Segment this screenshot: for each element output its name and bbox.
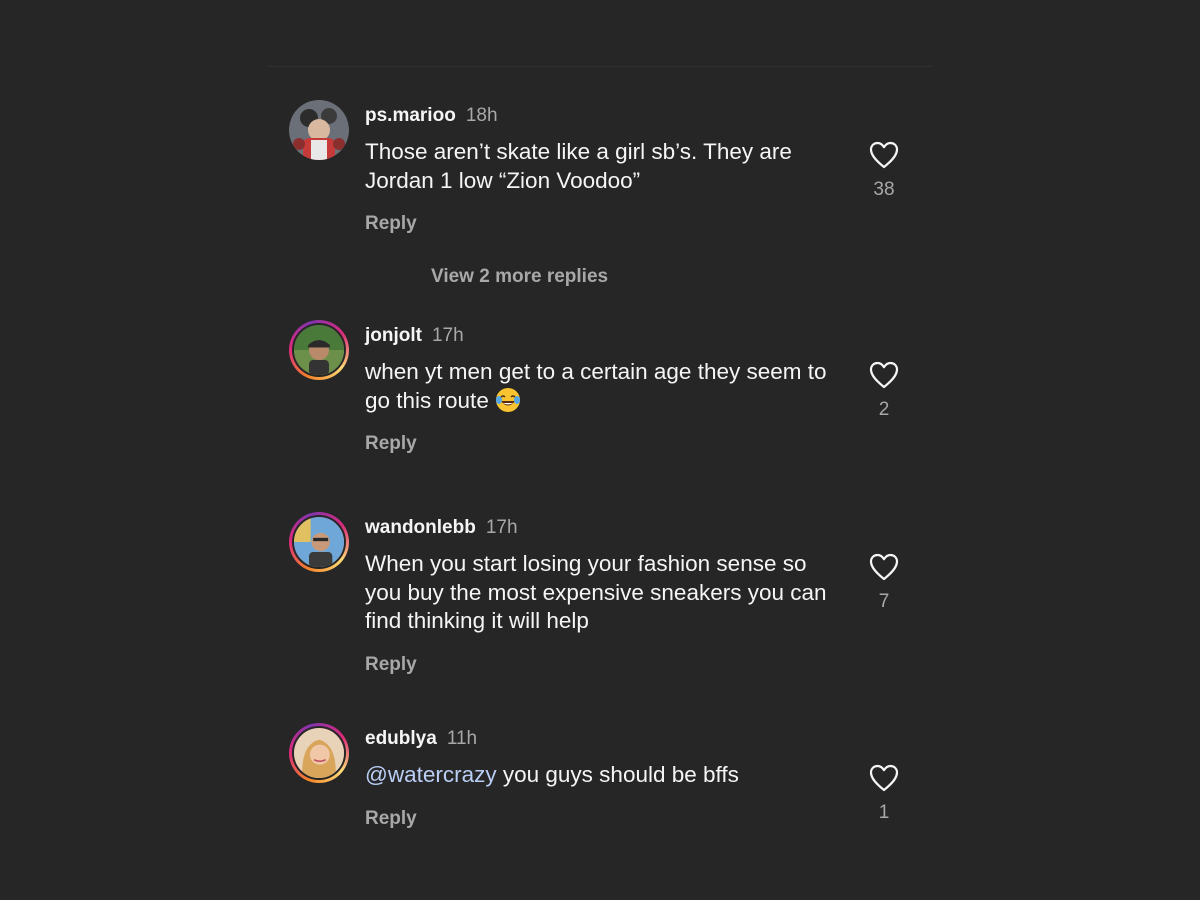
timestamp: 11h [446, 728, 478, 749]
comment-text: When you start losing your fashion sense… [365, 551, 827, 633]
reply-button[interactable]: Reply [365, 213, 417, 235]
heart-outline-icon[interactable] [868, 140, 900, 170]
heart-outline-icon[interactable] [868, 552, 900, 582]
view-more-replies-button[interactable]: View 2 more replies [431, 266, 608, 288]
username[interactable]: edublya [365, 728, 437, 749]
avatar[interactable] [289, 320, 349, 380]
username[interactable]: jonjolt [365, 325, 422, 346]
reply-button[interactable]: Reply [365, 654, 417, 676]
avatar[interactable] [289, 100, 349, 160]
comments-panel: ps.marioo 18h Those aren’t skate like a g… [0, 0, 1200, 900]
username[interactable]: wandonlebb [365, 517, 476, 538]
heart-outline-icon[interactable] [868, 763, 900, 793]
like-count: 2 [878, 399, 890, 420]
reply-button[interactable]: Reply [365, 808, 417, 830]
heart-outline-icon[interactable] [868, 360, 900, 390]
timestamp: 17h [485, 517, 518, 538]
divider [268, 66, 932, 67]
comment-text-block: @watercrazy you guys should be bffs [365, 761, 845, 790]
avatar[interactable] [289, 512, 349, 572]
timestamp: 18h [465, 105, 498, 126]
like-count: 38 [873, 179, 895, 200]
avatar[interactable] [289, 723, 349, 783]
mention-link[interactable]: @watercrazy [365, 762, 497, 787]
comment-text: Those aren’t skate like a girl sb’s. The… [365, 139, 792, 193]
comment-text-block: when yt men get to a certain age they se… [365, 358, 845, 415]
like-count: 1 [878, 802, 890, 823]
reply-button[interactable]: Reply [365, 433, 417, 455]
face-with-tears-of-joy-icon [495, 387, 521, 413]
username[interactable]: ps.marioo [365, 105, 456, 126]
like-count: 7 [878, 591, 890, 612]
comment-text: you guys should be bffs [496, 762, 739, 787]
timestamp: 17h [431, 325, 464, 346]
comment-text: when yt men get to a certain age they se… [365, 359, 827, 413]
